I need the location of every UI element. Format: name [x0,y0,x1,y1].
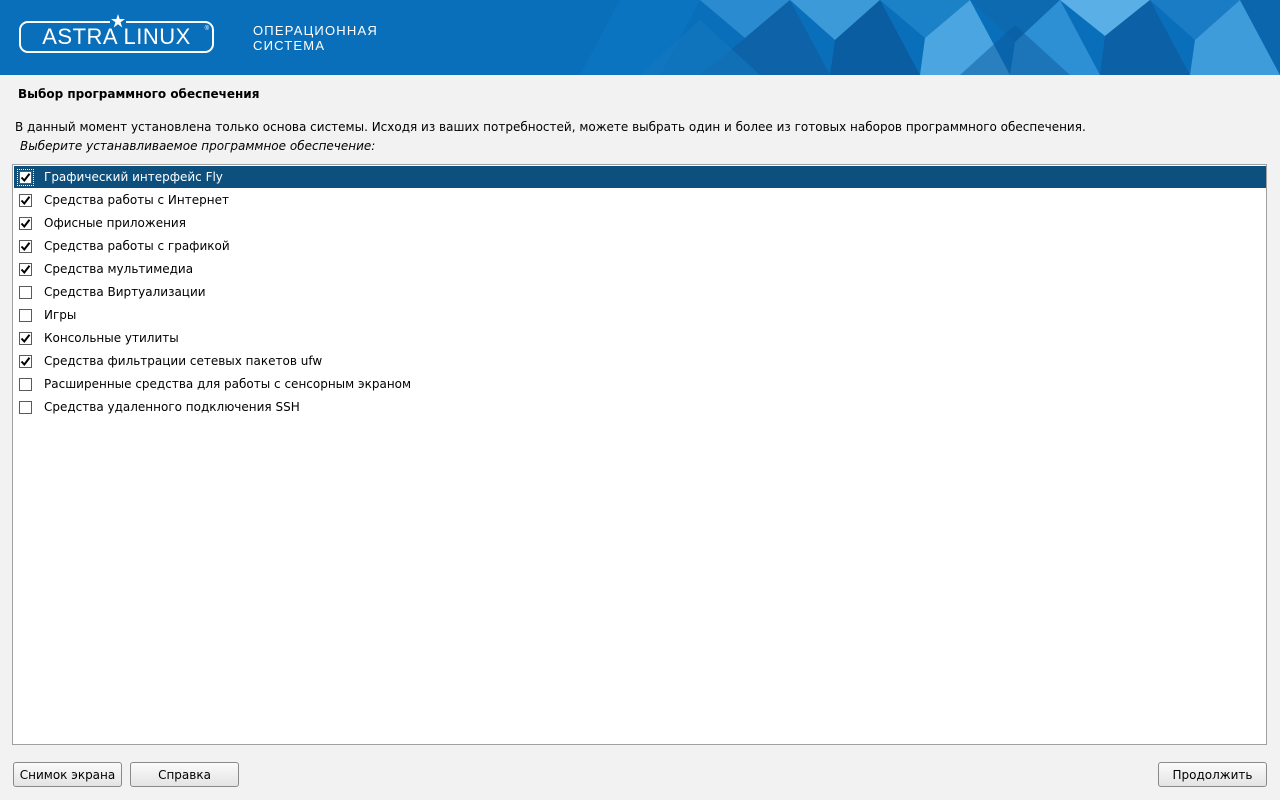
installer-header: ASTRA LINUX ® ОПЕРАЦИОННАЯ СИСТЕМА [0,0,1280,75]
checkmark-icon [20,218,31,228]
selection-prompt: Выберите устанавливаемое программное обе… [20,139,376,153]
checkmark-icon [20,264,31,274]
tagline-line-1: ОПЕРАЦИОННАЯ [253,23,378,38]
star-icon [110,14,126,28]
checkbox-checked[interactable] [19,216,32,230]
checkmark-icon [20,195,31,205]
registered-mark: ® [204,26,209,32]
checkbox-unchecked[interactable] [19,377,32,391]
screenshot-button[interactable]: Снимок экрана [13,762,122,787]
checkmark-icon [20,241,31,251]
checkbox-unchecked[interactable] [19,285,32,299]
checkmark-icon [20,333,31,343]
list-item-label: Средства работы с графикой [44,239,230,253]
list-item-label: Средства фильтрации сетевых пакетов ufw [44,354,323,368]
list-item-label: Офисные приложения [44,216,186,230]
list-item-label: Средства мультимедиа [44,262,194,276]
checkbox-checked[interactable] [19,262,32,276]
continue-button[interactable]: Продолжить [1158,762,1267,787]
checkbox-checked[interactable] [19,193,32,207]
checkbox-checked[interactable] [19,239,32,253]
help-button[interactable]: Справка [130,762,239,787]
list-item-label: Игры [44,308,77,322]
checkbox-checked[interactable] [17,168,34,186]
list-item[interactable]: Графический интерфейс Fly [14,166,1266,188]
checkbox-checked[interactable] [19,331,32,345]
software-selection-list[interactable]: Графический интерфейс Fly Средства работы… [12,164,1267,745]
os-tagline: ОПЕРАЦИОННАЯ СИСТЕМА [253,23,378,53]
list-item-label: Средства удаленного подключения SSH [44,400,300,414]
checkbox-unchecked[interactable] [19,308,32,322]
checkmark-icon [20,356,31,366]
list-item[interactable]: Средства работы с графикой [14,235,1266,257]
list-item[interactable]: Игры [14,304,1266,326]
checkbox-checked[interactable] [19,354,32,368]
logo-text: ASTRA LINUX [42,24,191,49]
astra-linux-logo: ASTRA LINUX ® [19,14,214,53]
page-description: В данный момент установлена только основ… [15,120,1086,134]
list-item[interactable]: Расширенные средства для работы с сенсор… [14,373,1266,395]
checkbox-unchecked[interactable] [19,400,32,414]
list-item-label: Консольные утилиты [44,331,179,345]
list-item[interactable]: Консольные утилиты [14,327,1266,349]
checkmark-icon [20,172,31,182]
list-item[interactable]: Средства фильтрации сетевых пакетов ufw [14,350,1266,372]
list-item[interactable]: Средства мультимедиа [14,258,1266,280]
list-item-label: Средства работы с Интернет [44,193,229,207]
list-item[interactable]: Средства удаленного подключения SSH [14,396,1266,418]
list-item[interactable]: Офисные приложения [14,212,1266,234]
list-item[interactable]: Средства Виртуализации [14,281,1266,303]
page-title: Выбор программного обеспечения [18,87,260,101]
list-item[interactable]: Средства работы с Интернет [14,189,1266,211]
list-item-label: Графический интерфейс Fly [44,170,223,184]
tagline-line-2: СИСТЕМА [253,38,326,53]
list-item-label: Расширенные средства для работы с сенсор… [44,377,412,391]
list-item-label: Средства Виртуализации [44,285,206,299]
